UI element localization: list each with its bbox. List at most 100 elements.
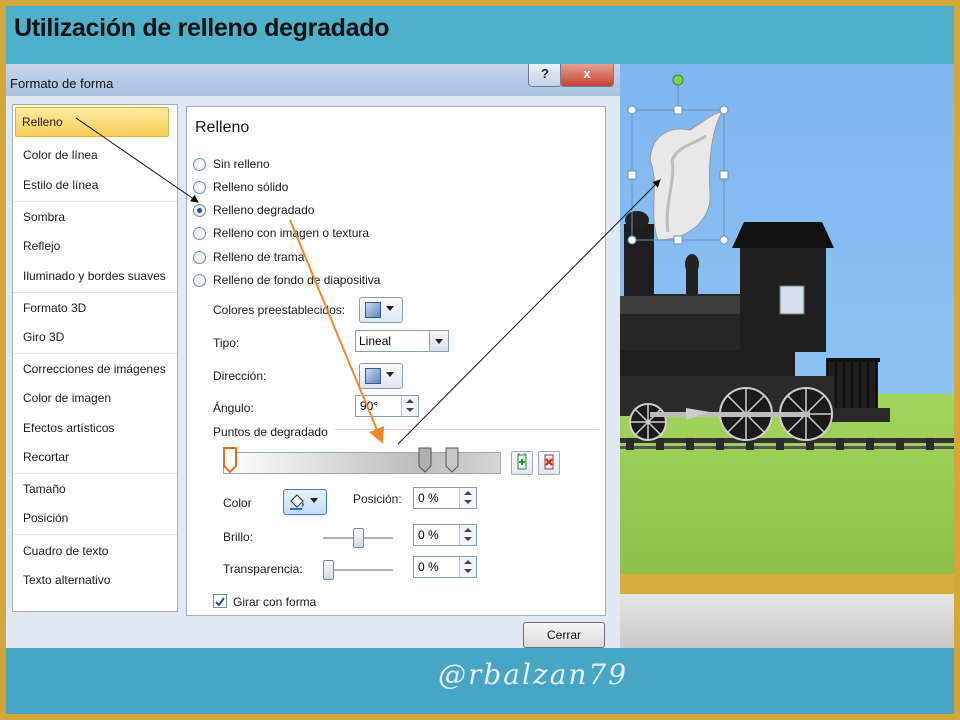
transparency-label: Transparencia: [223, 562, 303, 576]
spinner-arrows-icon[interactable] [401, 396, 418, 416]
format-shape-dialog: Formato de forma ? x Relleno Color de lí… [6, 64, 621, 652]
spinner-arrows-icon[interactable] [459, 557, 476, 577]
spinner-arrows-icon[interactable] [459, 488, 476, 508]
panel-title: Relleno [195, 119, 250, 136]
radio-circle-icon [193, 226, 206, 240]
slide-footer: @rbalzan79 [6, 648, 954, 714]
sidebar-item-posicion[interactable]: Posición [23, 511, 68, 525]
angle-value: 90° [360, 399, 379, 413]
gradient-stop[interactable] [418, 447, 432, 473]
add-stop-icon [517, 453, 527, 470]
dropdown-arrow-icon[interactable] [429, 331, 448, 351]
gradient-swatch-icon [365, 302, 381, 318]
radio-label: Relleno con imagen o textura [213, 226, 370, 240]
sidebar-divider [13, 201, 177, 202]
sidebar-item-recortar[interactable]: Recortar [23, 450, 69, 464]
radio-label: Relleno de fondo de diapositiva [213, 273, 381, 287]
preset-colors-button[interactable] [359, 297, 403, 323]
type-select[interactable]: Lineal [355, 330, 449, 352]
sidebar-item-color-de-linea[interactable]: Color de línea [23, 148, 98, 162]
dropdown-arrow-icon [386, 372, 394, 377]
sidebar-item-relleno[interactable]: Relleno [15, 107, 169, 137]
slide: Utilización de relleno degradado Formato… [6, 6, 954, 714]
transparency-spinner[interactable]: 0 % [413, 556, 477, 578]
radio-relleno-imagen-textura[interactable]: Relleno con imagen o textura [193, 226, 369, 240]
dropdown-arrow-icon [310, 498, 318, 503]
sidebar-item-reflejo[interactable]: Reflejo [23, 239, 60, 253]
brightness-label: Brillo: [223, 530, 254, 544]
radio-selected-icon [193, 203, 206, 217]
sidebar-divider [13, 534, 177, 535]
rotate-with-shape-label: Girar con forma [233, 595, 317, 609]
radio-sin-relleno[interactable]: Sin relleno [193, 157, 270, 171]
checkmark-icon [215, 597, 225, 607]
gradient-stop[interactable] [445, 447, 459, 473]
sidebar-item-formato-3d[interactable]: Formato 3D [23, 301, 86, 315]
sidebar-item-sombra[interactable]: Sombra [23, 210, 65, 224]
sidebar-divider [13, 292, 177, 293]
direction-button[interactable] [359, 363, 403, 389]
author-handle: @rbalzan79 [438, 658, 629, 691]
type-select-value: Lineal [359, 334, 392, 348]
sidebar-divider [13, 353, 177, 354]
sidebar-item-cuadro-de-texto[interactable]: Cuadro de texto [23, 544, 108, 558]
transparency-value: 0 % [418, 560, 439, 574]
slide-title-bar: Utilización de relleno degradado [6, 6, 954, 64]
dialog-title: Formato de forma [10, 76, 114, 91]
brightness-spinner[interactable]: 0 % [413, 524, 477, 546]
type-label: Tipo: [213, 336, 240, 350]
radio-relleno-trama[interactable]: Relleno de trama [193, 250, 304, 264]
dropdown-arrow-icon [386, 306, 394, 311]
radio-relleno-solido[interactable]: Relleno sólido [193, 180, 288, 194]
slide-title: Utilización de relleno degradado [14, 14, 390, 42]
brightness-value: 0 % [418, 528, 439, 542]
sidebar-item-tamano[interactable]: Tamaño [23, 482, 66, 496]
help-button[interactable]: ? [528, 64, 562, 87]
app-status-strip [620, 594, 954, 648]
angle-spinner[interactable]: 90° [355, 395, 419, 417]
paint-bucket-icon [290, 494, 304, 510]
remove-stop-icon [544, 454, 554, 470]
position-label: Posición: [353, 492, 402, 506]
color-picker-button[interactable] [283, 489, 327, 515]
fill-panel: Relleno Sin relleno Relleno sólido Relle… [186, 106, 606, 616]
sidebar-item-texto-alternativo[interactable]: Texto alternativo [23, 573, 110, 587]
sidebar-item-iluminado[interactable]: Iluminado y bordes suaves [23, 269, 166, 283]
remove-gradient-stop-button[interactable] [538, 451, 560, 475]
train-illustration [620, 74, 954, 450]
radio-circle-icon [193, 250, 206, 264]
radio-relleno-fondo-diapositiva[interactable]: Relleno de fondo de diapositiva [193, 273, 380, 287]
gradient-stop-selected[interactable] [223, 447, 237, 473]
sidebar-item-correcciones[interactable]: Correcciones de imágenes [23, 362, 166, 376]
slide-canvas [620, 64, 954, 594]
position-value: 0 % [418, 491, 439, 505]
brightness-slider-thumb[interactable] [353, 528, 364, 548]
close-window-button[interactable]: x [560, 64, 614, 87]
gradient-direction-icon [365, 368, 381, 384]
radio-circle-icon [193, 157, 206, 171]
rotate-with-shape-checkbox[interactable] [213, 594, 227, 608]
radio-label: Relleno degradado [213, 203, 315, 217]
dialog-titlebar: Formato de forma ? x [6, 64, 620, 96]
radio-label: Relleno sólido [213, 180, 289, 194]
radio-relleno-degradado[interactable]: Relleno degradado [193, 203, 314, 217]
sidebar-item-estilo-de-linea[interactable]: Estilo de línea [23, 178, 98, 192]
radio-circle-icon [193, 273, 206, 287]
radio-circle-icon [193, 180, 206, 194]
sidebar-item-efectos-artisticos[interactable]: Efectos artísticos [23, 421, 114, 435]
sidebar-item-color-de-imagen[interactable]: Color de imagen [23, 391, 111, 405]
sidebar-divider [13, 473, 177, 474]
color-label: Color [223, 496, 252, 510]
preset-colors-label: Colores preestablecidos: [213, 303, 346, 317]
close-button[interactable]: Cerrar [523, 622, 605, 648]
section-divider [335, 429, 599, 430]
radio-label: Relleno de trama [213, 250, 305, 264]
add-gradient-stop-button[interactable] [511, 451, 533, 475]
transparency-slider-thumb[interactable] [323, 560, 334, 580]
gradient-bar[interactable] [223, 452, 501, 474]
spinner-arrows-icon[interactable] [459, 525, 476, 545]
position-spinner[interactable]: 0 % [413, 487, 477, 509]
sidebar-item-label: Relleno [22, 115, 63, 129]
sidebar-item-giro-3d[interactable]: Giro 3D [23, 330, 64, 344]
stops-label: Puntos de degradado [213, 425, 328, 439]
